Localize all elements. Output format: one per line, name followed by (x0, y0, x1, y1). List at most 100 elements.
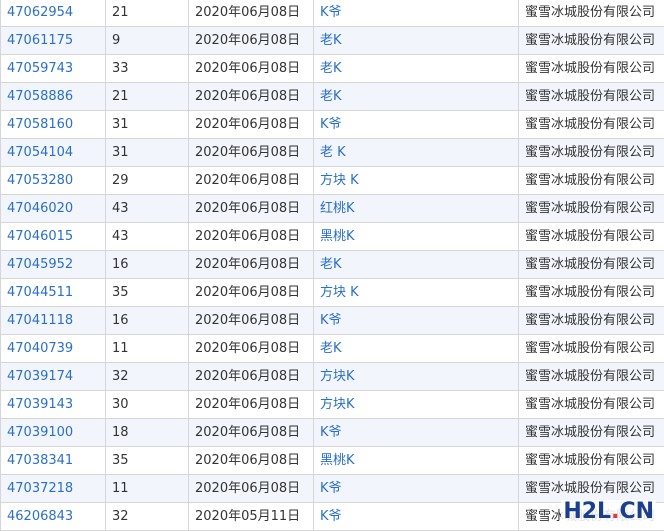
table-row: 47041118162020年06月08日K爷蜜雪冰城股份有限公司 (1, 307, 664, 335)
applicant-cell: 蜜雪冰城股份有限公司 (519, 55, 664, 83)
table-row: 47059743332020年06月08日老K蜜雪冰城股份有限公司 (1, 55, 664, 83)
site-watermark: H2L.CN (561, 500, 656, 524)
class-cell: 31 (106, 111, 189, 139)
class-cell: 31 (106, 139, 189, 167)
application-date-cell: 2020年06月08日 (189, 0, 314, 27)
table-row: 47039100182020年06月08日K爷蜜雪冰城股份有限公司 (1, 419, 664, 447)
registration-number-link[interactable]: 47040739 (1, 335, 106, 363)
application-date-cell: 2020年06月08日 (189, 363, 314, 391)
trademark-name-link[interactable]: 方块 K (314, 167, 519, 195)
applicant-cell: 蜜雪冰城股份有限公司 (519, 139, 664, 167)
registration-number-link[interactable]: 47044511 (1, 279, 106, 307)
applicant-cell: 蜜雪冰城股份有限公司 (519, 223, 664, 251)
trademark-name-link[interactable]: 方块K (314, 363, 519, 391)
applicant-cell: 蜜雪冰城股份有限公司 (519, 391, 664, 419)
class-cell: 29 (106, 167, 189, 195)
registration-number-link[interactable]: 47037218 (1, 475, 106, 503)
trademark-name-link[interactable]: K爷 (314, 503, 519, 531)
table-row: 47046015432020年06月08日黑桃K蜜雪冰城股份有限公司 (1, 223, 664, 251)
application-date-cell: 2020年06月08日 (189, 447, 314, 475)
applicant-cell: 蜜雪冰城股份有限公司 (519, 167, 664, 195)
table-row: 47038341352020年06月08日黑桃K蜜雪冰城股份有限公司 (1, 447, 664, 475)
applicant-cell: 蜜雪冰城股份有限公司 (519, 83, 664, 111)
table-row: 47039143302020年06月08日方块K蜜雪冰城股份有限公司 (1, 391, 664, 419)
applicant-cell: 蜜雪冰城股份有限公司 (519, 419, 664, 447)
trademark-name-link[interactable]: 黑桃K (314, 447, 519, 475)
trademark-name-link[interactable]: 红桃K (314, 195, 519, 223)
application-date-cell: 2020年06月08日 (189, 279, 314, 307)
applicant-cell: 蜜雪冰城股份有限公司 (519, 251, 664, 279)
application-date-cell: 2020年06月08日 (189, 27, 314, 55)
application-date-cell: 2020年06月08日 (189, 223, 314, 251)
table-row: 47058886212020年06月08日老K蜜雪冰城股份有限公司 (1, 83, 664, 111)
registration-number-link[interactable]: 47039143 (1, 391, 106, 419)
registration-number-link[interactable]: 47046020 (1, 195, 106, 223)
trademark-name-link[interactable]: 老K (314, 27, 519, 55)
registration-number-link[interactable]: 47041118 (1, 307, 106, 335)
applicant-cell: 蜜雪冰城股份有限公司 (519, 111, 664, 139)
trademark-name-link[interactable]: 老K (314, 335, 519, 363)
registration-number-link[interactable]: 47062954 (1, 0, 106, 27)
application-date-cell: 2020年05月11日 (189, 503, 314, 531)
table-row: 47058160312020年06月08日K爷蜜雪冰城股份有限公司 (1, 111, 664, 139)
applicant-cell: 蜜雪冰城股份有限公司 (519, 0, 664, 27)
trademark-name-link[interactable]: 老K (314, 55, 519, 83)
registration-number-link[interactable]: 47059743 (1, 55, 106, 83)
table-row: 47045952162020年06月08日老K蜜雪冰城股份有限公司 (1, 251, 664, 279)
applicant-cell: 蜜雪冰城股份有限公司 (519, 279, 664, 307)
class-cell: 35 (106, 279, 189, 307)
application-date-cell: 2020年06月08日 (189, 111, 314, 139)
trademark-name-link[interactable]: K爷 (314, 419, 519, 447)
application-date-cell: 2020年06月08日 (189, 55, 314, 83)
application-date-cell: 2020年06月08日 (189, 475, 314, 503)
registration-number-link[interactable]: 47058160 (1, 111, 106, 139)
trademark-name-link[interactable]: 黑桃K (314, 223, 519, 251)
registration-number-link[interactable]: 47039174 (1, 363, 106, 391)
class-cell: 16 (106, 307, 189, 335)
application-date-cell: 2020年06月08日 (189, 307, 314, 335)
registration-number-link[interactable]: 47046015 (1, 223, 106, 251)
application-date-cell: 2020年06月08日 (189, 83, 314, 111)
watermark-main: H2L (563, 499, 611, 524)
application-date-cell: 2020年06月08日 (189, 195, 314, 223)
table-row: 47053280292020年06月08日方块 K蜜雪冰城股份有限公司 (1, 167, 664, 195)
registration-number-link[interactable]: 46206843 (1, 503, 106, 531)
trademark-name-link[interactable]: 老 K (314, 139, 519, 167)
registration-number-link[interactable]: 47053280 (1, 167, 106, 195)
table-row: 47040739112020年06月08日老K蜜雪冰城股份有限公司 (1, 335, 664, 363)
registration-number-link[interactable]: 47058886 (1, 83, 106, 111)
trademark-name-link[interactable]: 方块 K (314, 279, 519, 307)
class-cell: 11 (106, 475, 189, 503)
class-cell: 18 (106, 419, 189, 447)
applicant-cell: 蜜雪冰城股份有限公司 (519, 447, 664, 475)
trademark-name-link[interactable]: 老K (314, 83, 519, 111)
table-row: 47039174322020年06月08日方块K蜜雪冰城股份有限公司 (1, 363, 664, 391)
registration-number-link[interactable]: 47045952 (1, 251, 106, 279)
applicant-cell: 蜜雪冰城股份有限公司 (519, 195, 664, 223)
trademark-name-link[interactable]: K爷 (314, 475, 519, 503)
application-date-cell: 2020年06月08日 (189, 251, 314, 279)
application-date-cell: 2020年06月08日 (189, 139, 314, 167)
table-row: 4706117592020年06月08日老K蜜雪冰城股份有限公司 (1, 27, 664, 55)
application-date-cell: 2020年06月08日 (189, 391, 314, 419)
application-date-cell: 2020年06月08日 (189, 335, 314, 363)
table-row: 47046020432020年06月08日红桃K蜜雪冰城股份有限公司 (1, 195, 664, 223)
class-cell: 32 (106, 503, 189, 531)
class-cell: 43 (106, 195, 189, 223)
class-cell: 32 (106, 363, 189, 391)
registration-number-link[interactable]: 47039100 (1, 419, 106, 447)
class-cell: 30 (106, 391, 189, 419)
table-row: 47054104312020年06月08日老 K蜜雪冰城股份有限公司 (1, 139, 664, 167)
application-date-cell: 2020年06月08日 (189, 167, 314, 195)
trademark-name-link[interactable]: K爷 (314, 307, 519, 335)
trademark-table-body: 47062954212020年06月08日K爷蜜雪冰城股份有限公司4706117… (1, 0, 664, 531)
registration-number-link[interactable]: 47054104 (1, 139, 106, 167)
registration-number-link[interactable]: 47061175 (1, 27, 106, 55)
registration-number-link[interactable]: 47038341 (1, 447, 106, 475)
trademark-name-link[interactable]: K爷 (314, 111, 519, 139)
trademark-name-link[interactable]: 方块K (314, 391, 519, 419)
trademark-name-link[interactable]: 老K (314, 251, 519, 279)
trademark-name-link[interactable]: K爷 (314, 0, 519, 27)
class-cell: 33 (106, 55, 189, 83)
class-cell: 21 (106, 83, 189, 111)
